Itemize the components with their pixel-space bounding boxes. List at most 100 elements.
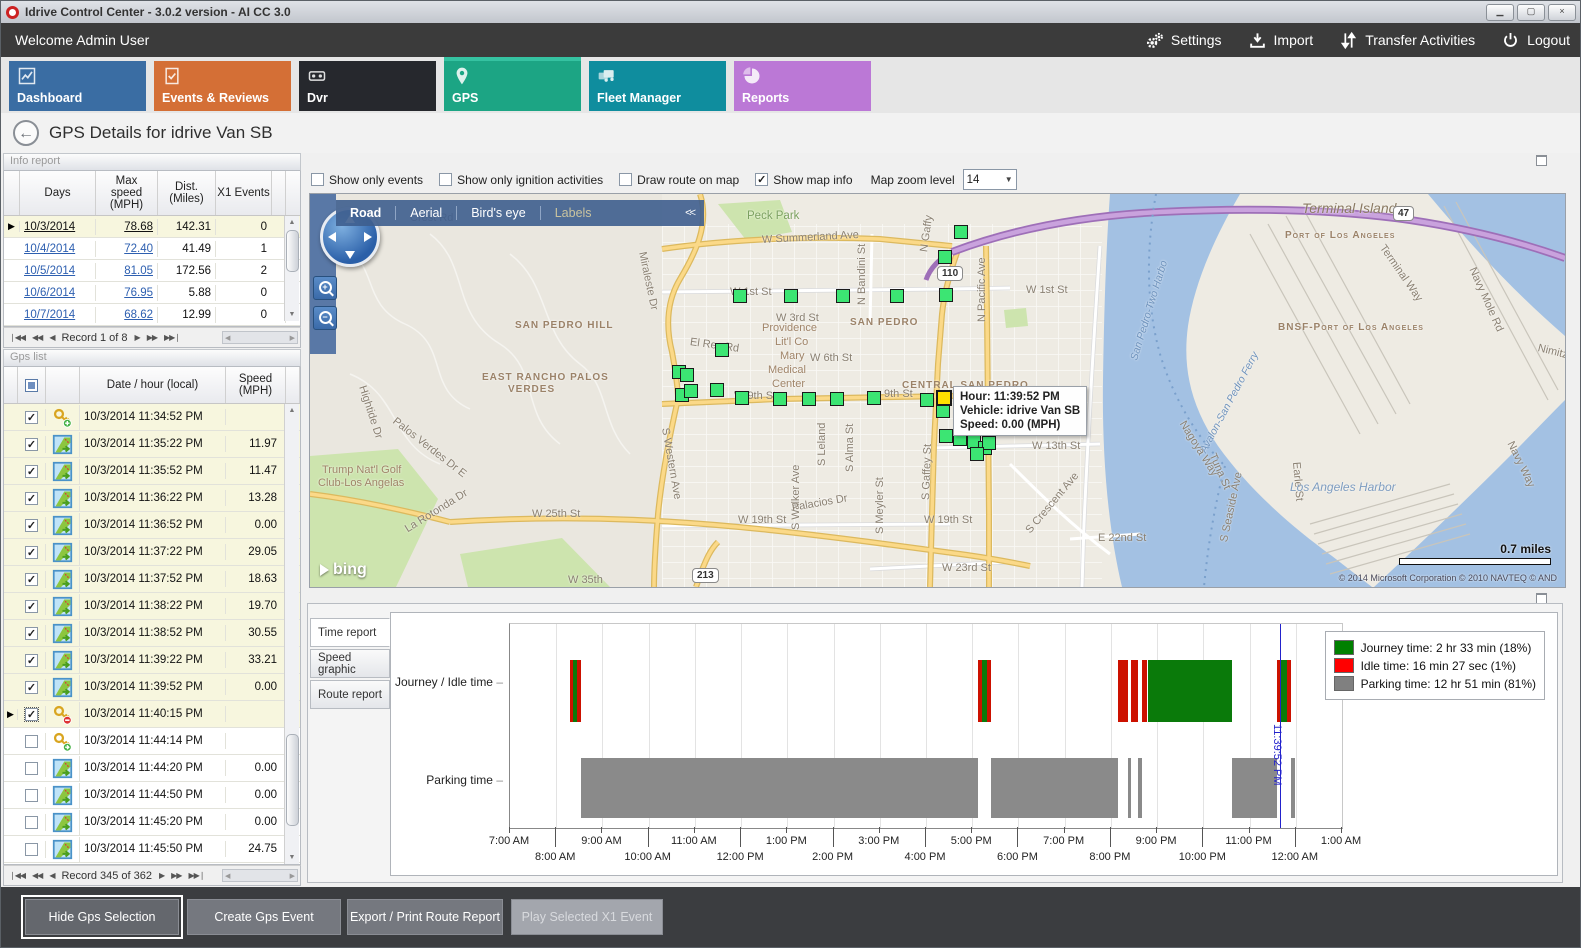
- row-checkbox[interactable]: [25, 654, 38, 667]
- table-row[interactable]: 10/6/201476.955.880: [4, 282, 300, 304]
- gps-marker[interactable]: [773, 392, 787, 406]
- row-checkbox[interactable]: [25, 681, 38, 694]
- column-header[interactable]: [18, 367, 46, 403]
- column-header[interactable]: Dist. (Miles): [158, 171, 216, 215]
- map-view-labels[interactable]: Labels: [541, 206, 606, 220]
- map-zoom-level-select[interactable]: 14▼: [963, 169, 1017, 190]
- pager-fast-next-button[interactable]: ▶▶: [171, 871, 181, 880]
- pager-fast-prev-button[interactable]: ◀◀: [32, 871, 42, 880]
- action-settings[interactable]: Settings: [1145, 31, 1222, 50]
- gps-row[interactable]: 10/3/2014 11:36:52 PM0.00: [4, 512, 300, 539]
- table-row[interactable]: ▶10/3/201478.68142.310: [4, 216, 300, 238]
- column-header[interactable]: Speed (MPH): [226, 367, 286, 403]
- gps-row[interactable]: 10/3/2014 11:37:22 PM29.05: [4, 539, 300, 566]
- checkbox[interactable]: [439, 173, 452, 186]
- max-speed-link[interactable]: 76.95: [96, 285, 158, 301]
- gps-marker[interactable]: [982, 436, 996, 450]
- close-button[interactable]: ×: [1548, 4, 1576, 21]
- gps-row[interactable]: 10/3/2014 11:45:50 PM24.75: [4, 836, 300, 863]
- map-view-bird-s-eye[interactable]: Bird's eye: [457, 206, 540, 220]
- option-show-only-events[interactable]: Show only events: [311, 173, 423, 187]
- scroll-up-icon[interactable]: ▲: [285, 216, 299, 229]
- option-show-map-info[interactable]: Show map info: [755, 173, 852, 187]
- tab-gps[interactable]: GPS: [444, 61, 581, 111]
- days-link[interactable]: 10/7/2014: [20, 307, 96, 323]
- column-header[interactable]: [4, 367, 18, 403]
- pager-last-button[interactable]: ▶▶❘: [164, 333, 180, 342]
- pager-fast-next-button[interactable]: ▶▶: [147, 333, 157, 342]
- maximize-panel-icon[interactable]: [1536, 155, 1547, 166]
- gps-table-scrollbar[interactable]: ▲ ▼: [284, 404, 299, 864]
- action-import[interactable]: Import: [1248, 31, 1314, 50]
- days-link[interactable]: 10/3/2014: [20, 219, 96, 235]
- back-button[interactable]: ←: [13, 120, 39, 146]
- column-header[interactable]: [4, 171, 20, 215]
- bing-map[interactable]: Crest RdMiraleste DrPeck ParkW Summerlan…: [309, 193, 1566, 588]
- gps-marker[interactable]: [715, 343, 729, 357]
- scroll-down-icon[interactable]: ▼: [285, 851, 299, 864]
- max-speed-link[interactable]: 68.62: [96, 307, 158, 323]
- checkbox[interactable]: [755, 173, 768, 186]
- gps-marker[interactable]: [784, 289, 798, 303]
- pan-right-icon[interactable]: [364, 232, 372, 242]
- days-link[interactable]: 10/6/2014: [20, 285, 96, 301]
- gps-row[interactable]: 10/3/2014 11:39:22 PM33.21: [4, 647, 300, 674]
- tab-reports[interactable]: Reports: [734, 61, 871, 111]
- gps-marker[interactable]: [710, 383, 724, 397]
- gps-row[interactable]: 10/3/2014 11:44:14 PM: [4, 728, 300, 755]
- column-header[interactable]: X1 Events: [216, 171, 272, 215]
- gps-row[interactable]: 10/3/2014 11:37:52 PM18.63: [4, 566, 300, 593]
- info-table-scrollbar[interactable]: ▲ ▼: [284, 216, 299, 321]
- report-tab-speed-graphic[interactable]: Speed graphic: [310, 649, 390, 678]
- row-checkbox[interactable]: [25, 438, 38, 451]
- gps-marker[interactable]: [890, 289, 904, 303]
- pager-prev-button[interactable]: ◀: [49, 871, 54, 880]
- gps-marker[interactable]: [867, 391, 881, 405]
- gps-row[interactable]: 10/3/2014 11:34:52 PM: [4, 404, 300, 431]
- gps-row[interactable]: 10/3/2014 11:35:52 PM11.47: [4, 458, 300, 485]
- option-show-only-ignition-activities[interactable]: Show only ignition activities: [439, 173, 603, 187]
- gps-marker[interactable]: [939, 288, 953, 302]
- row-checkbox[interactable]: [25, 762, 38, 775]
- table-row[interactable]: 10/4/201472.4041.491: [4, 238, 300, 260]
- pager-next-button[interactable]: ▶: [135, 333, 140, 342]
- pager-first-button[interactable]: ❘◀◀: [9, 333, 25, 342]
- gps-row[interactable]: 10/3/2014 11:46:20 PM17.93: [4, 863, 300, 864]
- column-header[interactable]: Days: [20, 171, 96, 215]
- table-row[interactable]: 10/5/201481.05172.562: [4, 260, 300, 282]
- pager-next-button[interactable]: ▶: [159, 871, 164, 880]
- pager-prev-button[interactable]: ◀: [49, 333, 54, 342]
- gps-marker[interactable]: [735, 391, 749, 405]
- column-header[interactable]: Max speed (MPH): [96, 171, 158, 215]
- row-checkbox[interactable]: [25, 465, 38, 478]
- zoom-in-button[interactable]: +: [313, 276, 337, 300]
- checkbox[interactable]: [311, 173, 324, 186]
- select-all-checkbox[interactable]: [25, 379, 38, 392]
- days-link[interactable]: 10/4/2014: [20, 241, 96, 257]
- gps-row[interactable]: 10/3/2014 11:44:50 PM0.00: [4, 782, 300, 809]
- row-checkbox[interactable]: [25, 546, 38, 559]
- row-checkbox[interactable]: [25, 708, 38, 721]
- pager-fast-prev-button[interactable]: ◀◀: [32, 333, 42, 342]
- gps-row[interactable]: ▶10/3/2014 11:40:15 PM: [4, 701, 300, 728]
- gps-marker[interactable]: [836, 289, 850, 303]
- scroll-up-icon[interactable]: ▲: [285, 404, 299, 417]
- gps-marker[interactable]: [733, 289, 747, 303]
- row-checkbox[interactable]: [25, 492, 38, 505]
- row-checkbox[interactable]: [25, 735, 38, 748]
- pager-first-button[interactable]: ❘◀◀: [9, 871, 25, 880]
- scrollbar-thumb[interactable]: [286, 230, 299, 272]
- row-checkbox[interactable]: [25, 789, 38, 802]
- footer-button-create-gps-event[interactable]: Create Gps Event: [187, 899, 341, 935]
- gps-marker[interactable]: [939, 429, 953, 443]
- row-checkbox[interactable]: [25, 411, 38, 424]
- action-transfer-activities[interactable]: Transfer Activities: [1339, 31, 1475, 50]
- pager-hscrollbar[interactable]: ◀▶: [222, 869, 298, 882]
- gps-marker[interactable]: [970, 447, 984, 461]
- gps-row[interactable]: 10/3/2014 11:35:22 PM11.97: [4, 431, 300, 458]
- pan-left-icon[interactable]: [328, 232, 336, 242]
- gps-marker[interactable]: [936, 404, 950, 418]
- scroll-down-icon[interactable]: ▼: [285, 308, 299, 321]
- gps-marker[interactable]: [938, 250, 952, 264]
- gps-row[interactable]: 10/3/2014 11:39:52 PM0.00: [4, 674, 300, 701]
